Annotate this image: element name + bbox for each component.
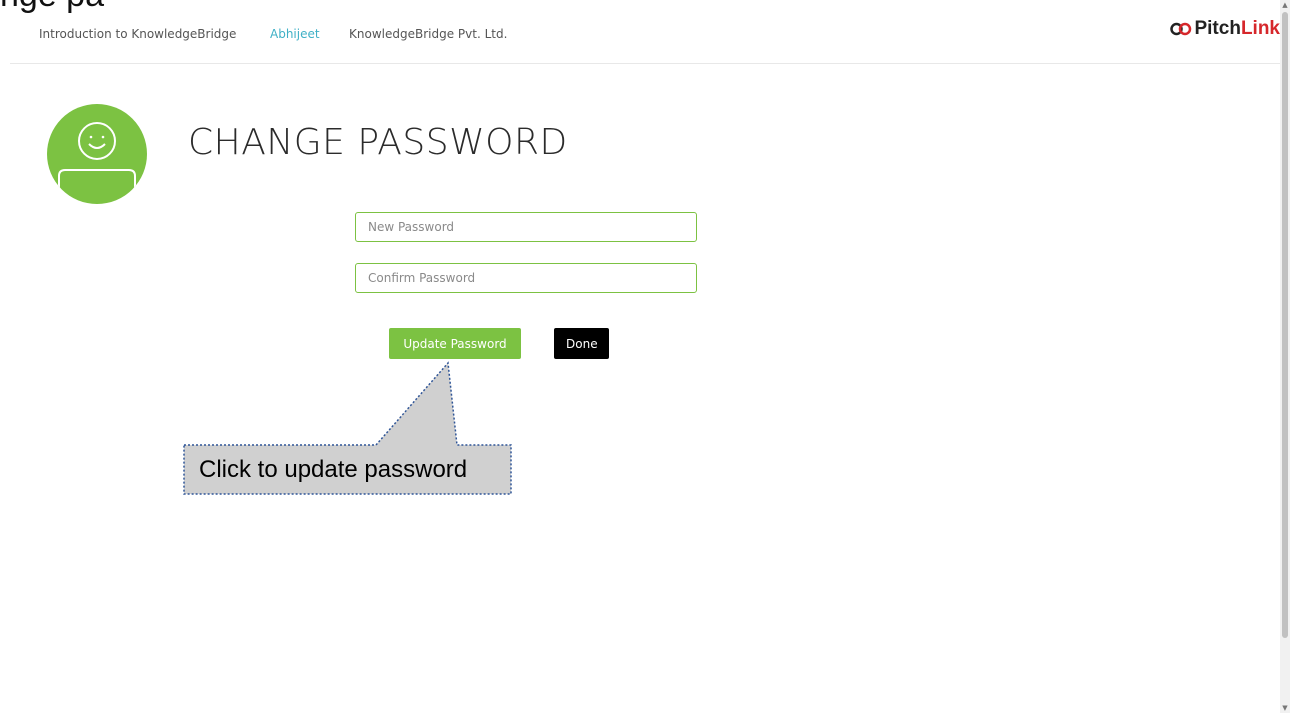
new-password-input[interactable]: [355, 212, 697, 242]
smiley-user-icon: [58, 122, 136, 204]
avatar: [47, 104, 147, 204]
chain-link-icon: [1170, 22, 1192, 36]
confirm-password-input[interactable]: [355, 263, 697, 293]
done-button[interactable]: Done: [554, 328, 609, 359]
nav-item-company[interactable]: KnowledgeBridge Pvt. Ltd.: [349, 27, 507, 41]
scroll-down-arrow-icon[interactable]: ▼: [1281, 704, 1289, 712]
update-password-button[interactable]: Update Password: [389, 328, 521, 359]
callout-text: Click to update password: [199, 456, 468, 483]
top-navigation: Introduction to KnowledgeBridge Abhijeet…: [10, 0, 1280, 64]
logo-pitch-text: Pitch: [1194, 18, 1241, 39]
pitchlink-logo[interactable]: Pitch Link: [1170, 18, 1280, 40]
nav-item-abhijeet[interactable]: Abhijeet: [270, 27, 320, 41]
vertical-scrollbar[interactable]: ▲ ▼: [1280, 0, 1290, 713]
page-title: CHANGE PASSWORD: [188, 122, 568, 163]
scroll-up-arrow-icon[interactable]: ▲: [1281, 1, 1289, 9]
logo-link-text: Link: [1240, 18, 1280, 39]
scrollbar-thumb[interactable]: [1282, 12, 1288, 638]
nav-item-introduction[interactable]: Introduction to KnowledgeBridge: [39, 27, 236, 41]
